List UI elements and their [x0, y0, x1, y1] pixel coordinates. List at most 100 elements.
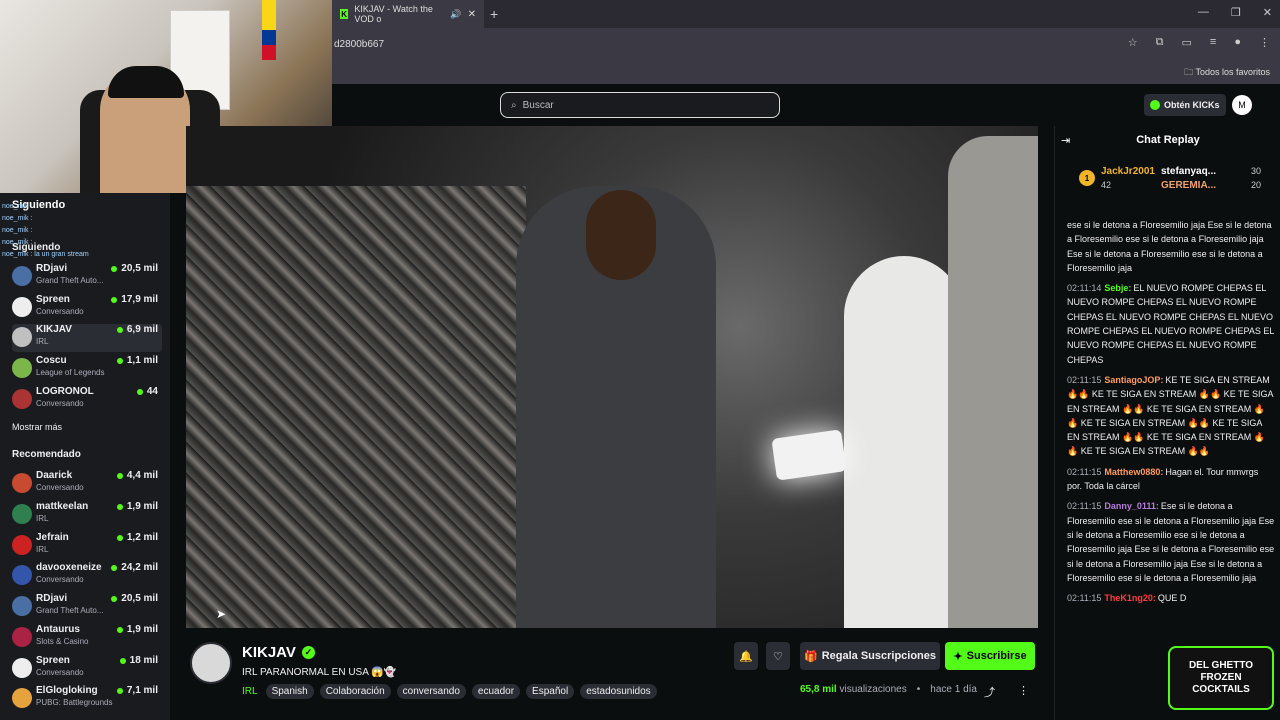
profile-icon[interactable]: ● [1234, 36, 1241, 49]
sidebar-item-recommended[interactable]: Spreen Conversando 18 mil [12, 655, 162, 683]
chat-username[interactable]: Sebje: [1104, 283, 1131, 293]
tag-pill[interactable]: ecuador [471, 684, 521, 699]
sidebar-item-following[interactable]: LOGRONOL Conversando 44 [12, 386, 162, 414]
search-placeholder: Buscar [522, 99, 554, 111]
maximize-icon[interactable]: ❐ [1231, 6, 1241, 19]
more-options-icon[interactable]: ⋮ [1018, 684, 1029, 697]
star-icon[interactable]: ☆ [1128, 36, 1138, 49]
chat-username[interactable]: Danny_0111: [1104, 501, 1159, 511]
minimize-icon[interactable]: — [1198, 6, 1209, 19]
sidebar-following-label: Siguiendo [12, 242, 61, 253]
category-link[interactable]: IRL [242, 686, 258, 697]
follow-button[interactable]: ♡ [766, 642, 790, 670]
get-kicks-button[interactable]: Obtén KICKs [1144, 94, 1226, 116]
leader-second-value: 30 [1251, 166, 1262, 176]
stream-tags: IRL Spanish Colaboración conversando ecu… [242, 684, 657, 699]
chat-username[interactable]: Matthew0880: [1104, 467, 1163, 477]
chat-message: 02:11:15 TheK1ng20: QUE D [1067, 593, 1187, 604]
sidebar-recommended-title: Recomendado [12, 449, 81, 460]
sidebar-item-recommended[interactable]: ElGlogloking PUBG: Battlegrounds 7,1 mil [12, 685, 162, 713]
star-icon: ✦ [953, 650, 963, 663]
sidebar-item-recommended[interactable]: RDjavi Grand Theft Auto... 20,5 mil [12, 593, 162, 621]
chat-message: 02:11:15 Danny_0111: Ese si le detona a Fl… [1067, 501, 1275, 583]
avatar [12, 389, 32, 409]
search-icon: ⌕ [511, 99, 517, 111]
leader-third-value: 20 [1251, 180, 1262, 190]
leader-first-name[interactable]: JackJr2001 [1101, 166, 1155, 177]
sidebar-item-recommended[interactable]: mattkeelan IRL 1,9 mil [12, 501, 162, 529]
webcam-flag [262, 0, 276, 60]
cast-icon[interactable]: ▭ [1182, 36, 1192, 49]
views-label: visualizaciones [839, 684, 907, 695]
sidebar-item-recommended[interactable]: Jefrain IRL 1,2 mil [12, 532, 162, 560]
browser-tab[interactable]: K KIKJAV - Watch the VOD o 🔊 ✕ [332, 0, 484, 28]
chat-username[interactable]: TheK1ng20: [1104, 593, 1156, 603]
url-input[interactable]: d2800b667 [332, 39, 384, 50]
sidebar-item-following[interactable]: RDjavi Grand Theft Auto... 20,5 mil [12, 263, 162, 291]
sidebar-item-recommended[interactable]: davooxeneize Conversando 24,2 mil [12, 562, 162, 590]
avatar [12, 327, 32, 347]
menu-icon[interactable]: ⋮ [1259, 36, 1270, 49]
kick-favicon-icon: K [340, 9, 349, 19]
sidebar-item-recommended[interactable]: Daarick Conversando 4,4 mil [12, 470, 162, 498]
verified-badge-icon: ✓ [301, 646, 315, 659]
views-count: 65,8 mil [800, 684, 837, 695]
kicks-icon [1150, 100, 1160, 110]
tag-pill[interactable]: conversando [396, 684, 466, 699]
bookmarks-bar: 🗀 Todos los favoritos [332, 60, 1280, 84]
user-avatar[interactable]: M [1232, 95, 1252, 115]
leader-third-name[interactable]: GEREMIA... [1161, 180, 1216, 191]
video-person-head [586, 190, 656, 280]
search-input[interactable]: ⌕ Buscar [500, 92, 780, 118]
leader-second-name[interactable]: stefanyaq... [1161, 166, 1216, 177]
avatar [12, 358, 32, 378]
new-tab-button[interactable]: + [490, 6, 498, 22]
video-player[interactable] [186, 126, 1038, 628]
video-person-edge [948, 136, 1038, 628]
show-more-link[interactable]: Mostrar más [12, 422, 62, 432]
address-bar: d2800b667 ☆ ⧉ ▭ ≡ ● ⋮ [332, 28, 1280, 60]
chat-message: 02:11:15 Matthew0880: Hagan el. Tour mmvrg… [1067, 466, 1259, 492]
avatar [12, 473, 32, 493]
tag-pill[interactable]: estadosunidos [580, 684, 657, 699]
chat-username[interactable]: SantiagoJOP: [1104, 375, 1163, 385]
subscribe-button[interactable]: ✦ Suscribirse [945, 642, 1035, 670]
tab-title: KIKJAV - Watch the VOD o [354, 4, 433, 24]
leader-first-value: 42 [1101, 180, 1112, 190]
browser-tabbar: K KIKJAV - Watch the VOD o 🔊 ✕ + — ❐ ✕ [332, 0, 1280, 28]
chat-message: 02:11:15 SantiagoJOP: KE TE SIGA EN STREAM… [1067, 374, 1274, 457]
mouse-cursor-icon: ➤ [216, 607, 227, 621]
stream-info-bar: KIKJAV ✓ IRL PARANORMAL EN USA 😱👻 IRL Sp… [186, 628, 1038, 720]
audio-icon: 🔊 [450, 8, 462, 19]
avatar [12, 596, 32, 616]
video-burnt-wall [186, 186, 526, 628]
sidebar-item-recommended[interactable]: Antaurus Slots & Casino 1,9 mil [12, 624, 162, 652]
heart-icon: ♡ [773, 650, 783, 663]
notifications-button[interactable]: 🔔 [734, 642, 758, 670]
avatar [12, 266, 32, 286]
tag-pill[interactable]: Español [526, 684, 575, 699]
gift-icon: 🎁 [803, 650, 818, 663]
avatar [12, 535, 32, 555]
media-icon[interactable]: ≡ [1210, 36, 1216, 49]
folder-icon: 🗀 [1184, 67, 1194, 77]
tag-pill[interactable]: Colaboración [319, 684, 391, 699]
channel-name[interactable]: KIKJAV ✓ [242, 644, 315, 661]
close-tab-icon[interactable]: ✕ [468, 9, 476, 20]
sidebar-item-following-active[interactable]: KIKJAV IRL 6,9 mil [12, 324, 162, 352]
extensions-icon[interactable]: ⧉ [1156, 36, 1164, 49]
channel-avatar[interactable] [190, 642, 232, 684]
avatar [12, 658, 32, 678]
tag-pill[interactable]: Spanish [265, 684, 314, 699]
chat-leaderboard: 1 JackJr2001 42 stefanyaq... 30 GEREMIA.… [1075, 162, 1275, 200]
avatar [12, 688, 32, 708]
gift-subs-button[interactable]: 🎁 Regala Suscripciones [800, 642, 940, 670]
close-window-icon[interactable]: ✕ [1263, 6, 1272, 19]
webcam-cap [108, 66, 184, 98]
all-bookmarks-link[interactable]: 🗀 Todos los favoritos [1184, 65, 1270, 81]
sidebar-item-following[interactable]: Spreen Conversando 17,9 mil [12, 294, 162, 322]
address-bar-icons: ☆ ⧉ ▭ ≡ ● ⋮ [1128, 36, 1270, 49]
sidebar-item-following[interactable]: Coscu League of Legends 1,1 mil [12, 355, 162, 383]
avatar [12, 504, 32, 524]
share-icon[interactable]: ⤴ [984, 684, 995, 700]
